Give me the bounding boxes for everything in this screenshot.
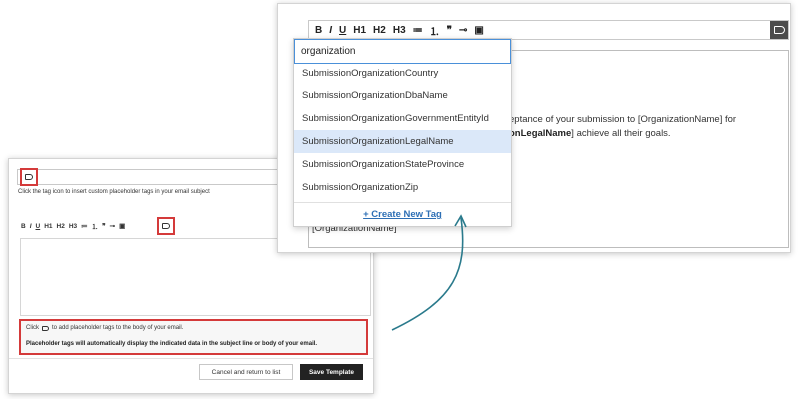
callout-arrow [391,214,467,331]
